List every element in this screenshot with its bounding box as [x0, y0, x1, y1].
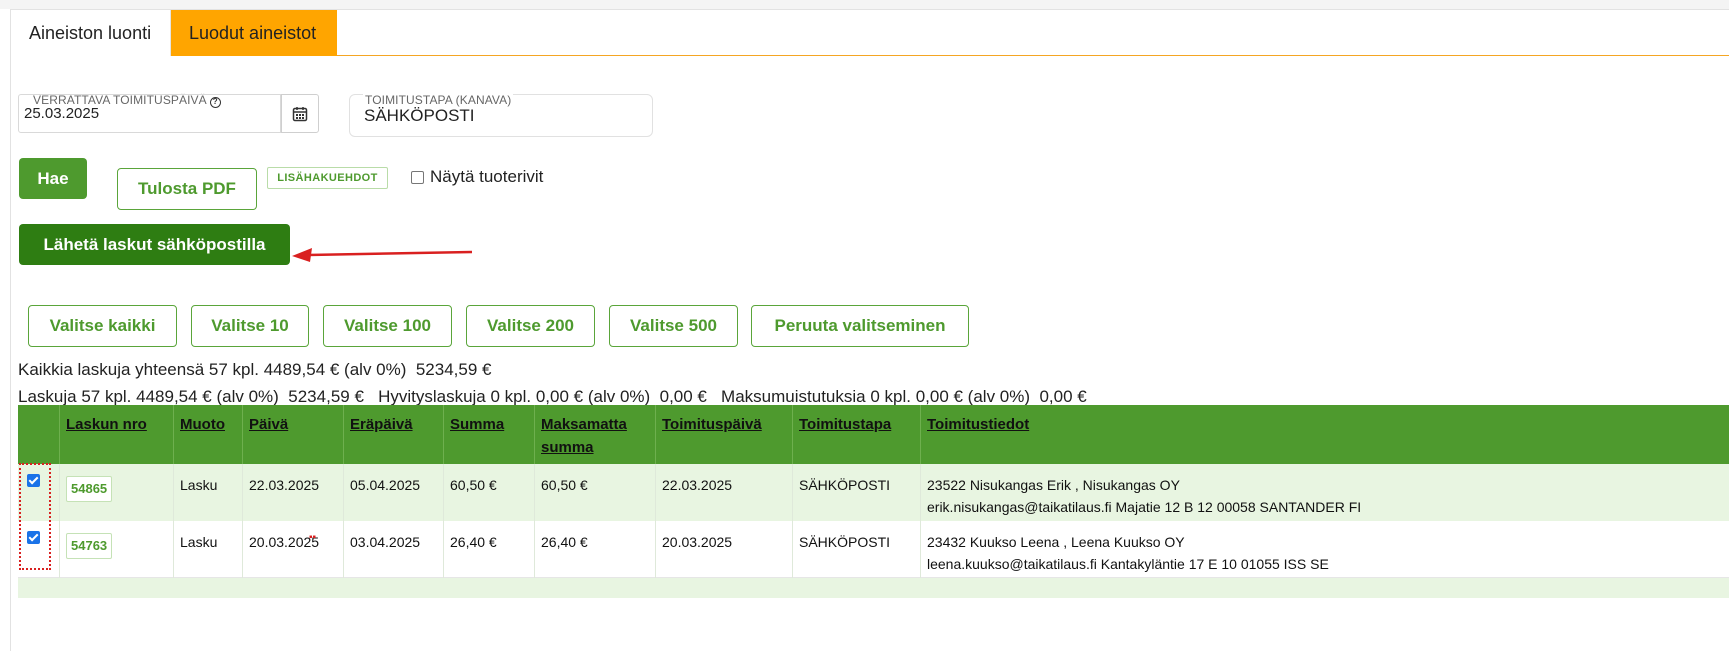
calendar-button[interactable]	[281, 94, 319, 133]
invoice-number-cell: 54865	[59, 464, 173, 521]
header-unpaid-sum[interactable]: Maksamatta summa	[534, 405, 655, 464]
send-email-button[interactable]: Lähetä laskut sähköpostilla	[19, 224, 290, 265]
tab-created-materials[interactable]: Luodut aineistot	[171, 10, 337, 56]
annotation-arrow	[292, 248, 473, 262]
select-all-button[interactable]: Valitse kaikki	[28, 305, 177, 347]
delivery-info-line1: 23522 Nisukangas Erik , Nisukangas OY	[927, 477, 1180, 493]
header-due-date[interactable]: Eräpäivä	[343, 405, 443, 464]
unpaid-cell: 26,40 €	[534, 521, 655, 578]
calendar-icon	[292, 106, 308, 121]
select-10-button[interactable]: Valitse 10	[191, 305, 309, 347]
table-row: 54763 Lasku 20.03.2025 03.04.2025 26,40 …	[18, 521, 1729, 578]
select-100-button[interactable]: Valitse 100	[323, 305, 452, 347]
select-200-button[interactable]: Valitse 200	[466, 305, 595, 347]
invoice-table-header: Laskun nro Muoto Päivä Eräpäivä Summa Ma…	[18, 405, 1729, 464]
header-select	[18, 405, 59, 464]
tab-bar: Aineiston luonti Luodut aineistot	[11, 10, 1729, 56]
invoice-number-cell: 54763	[59, 521, 173, 578]
header-date[interactable]: Päivä	[242, 405, 343, 464]
header-sum[interactable]: Summa	[443, 405, 534, 464]
form-cell: Lasku	[173, 521, 242, 578]
form-cell: Lasku	[173, 464, 242, 521]
summary-total: Kaikkia laskuja yhteensä 57 kpl. 4489,54…	[18, 360, 492, 379]
cancel-selection-button[interactable]: Peruuta valitseminen	[751, 305, 969, 347]
top-shadow	[0, 0, 1729, 9]
header-delivery-info[interactable]: Toimitustiedot	[920, 405, 1729, 464]
delivery-info-line1: 23432 Kuukso Leena , Leena Kuukso OY	[927, 534, 1185, 550]
table-row-partial	[18, 578, 1729, 598]
sum-cell: 60,50 €	[443, 464, 534, 521]
annotation-mark: ▪▪	[309, 532, 317, 543]
delivery-date-cell: 22.03.2025	[655, 464, 792, 521]
delivery-info-line2: erik.nisukangas@taikatilaus.fi Majatie 1…	[927, 499, 1362, 515]
table-row: 54865 Lasku 22.03.2025 05.04.2025 60,50 …	[18, 464, 1729, 521]
delivery-method-cell: SÄHKÖPOSTI	[792, 464, 920, 521]
search-button[interactable]: Hae	[19, 158, 87, 199]
tab-create-material[interactable]: Aineiston luonti	[11, 10, 171, 56]
header-delivery-date[interactable]: Toimituspäivä	[655, 405, 792, 464]
channel-field-label: TOIMITUSTAPA (KANAVA)	[363, 93, 514, 107]
more-filters-button[interactable]: LISÄHAKUEHDOT	[267, 167, 388, 189]
show-product-rows-label: Näytä tuoterivit	[430, 167, 544, 186]
header-invoice-number[interactable]: Laskun nro	[59, 405, 173, 464]
sum-cell: 26,40 €	[443, 521, 534, 578]
date-cell: 20.03.2025	[242, 521, 343, 578]
due-date-cell: 05.04.2025	[343, 464, 443, 521]
unpaid-cell: 60,50 €	[534, 464, 655, 521]
print-pdf-button[interactable]: Tulosta PDF	[117, 168, 257, 210]
invoice-number-link[interactable]: 54763	[66, 533, 113, 559]
due-date-cell: 03.04.2025	[343, 521, 443, 578]
header-form[interactable]: Muoto	[173, 405, 242, 464]
delivery-method-cell: SÄHKÖPOSTI	[792, 521, 920, 578]
date-input[interactable]: 25.03.2025	[18, 94, 281, 133]
select-500-button[interactable]: Valitse 500	[609, 305, 738, 347]
show-product-rows-checkbox[interactable]	[411, 170, 424, 184]
invoice-number-link[interactable]: 54865	[66, 476, 113, 502]
delivery-date-cell: 20.03.2025	[655, 521, 792, 578]
annotation-highlight-box	[19, 463, 51, 570]
show-product-rows-toggle[interactable]: Näytä tuoterivit	[411, 167, 543, 187]
date-cell: 22.03.2025	[242, 464, 343, 521]
header-delivery-method[interactable]: Toimitustapa	[792, 405, 920, 464]
delivery-info-cell: 23522 Nisukangas Erik , Nisukangas OY er…	[920, 464, 1729, 521]
delivery-info-line2: leena.kuukso@taikatilaus.fi Kantakylänti…	[927, 556, 1329, 572]
delivery-info-cell: 23432 Kuukso Leena , Leena Kuukso OY lee…	[920, 521, 1729, 578]
summary-breakdown: Laskuja 57 kpl. 4489,54 € (alv 0%) 5234,…	[18, 387, 1087, 406]
